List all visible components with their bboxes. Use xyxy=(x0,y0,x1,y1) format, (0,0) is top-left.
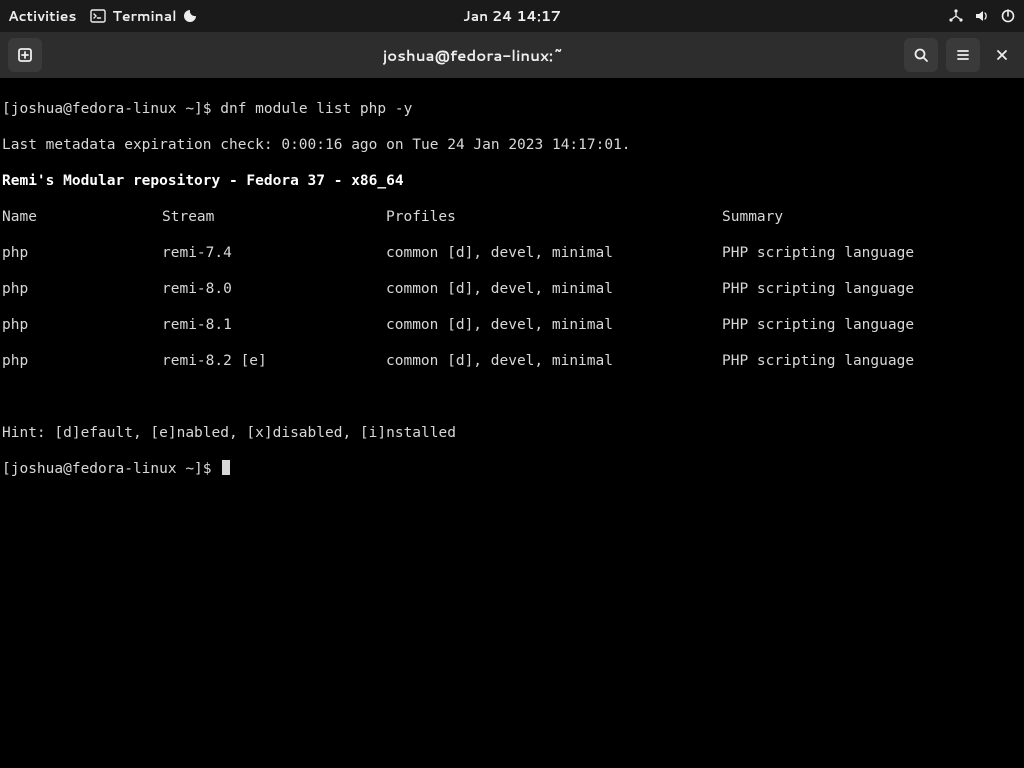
window-titlebar: joshua@fedora-linux:~ xyxy=(0,32,1024,78)
command-text: dnf module list php -y xyxy=(220,101,412,117)
prompt: [joshua@fedora-linux ~]$ xyxy=(2,461,220,477)
terminal-viewport[interactable]: [joshua@fedora-linux ~]$ dnf module list… xyxy=(0,78,1024,768)
table-row: phpremi-7.4common [d], devel, minimalPHP… xyxy=(2,244,1022,262)
volume-icon[interactable] xyxy=(974,8,990,24)
app-menu-label: Terminal xyxy=(112,6,176,26)
prompt-line: [joshua@fedora-linux ~]$ dnf module list… xyxy=(2,100,1022,118)
activities-button[interactable]: Activities xyxy=(8,6,76,26)
col-header-profiles: Profiles xyxy=(386,208,722,226)
prompt-line: [joshua@fedora-linux ~]$ xyxy=(2,460,1022,478)
window-title: joshua@fedora-linux:~ xyxy=(50,45,896,66)
prompt: [joshua@fedora-linux ~]$ xyxy=(2,101,220,117)
hamburger-menu-button[interactable] xyxy=(946,38,980,72)
terminal-app-icon xyxy=(90,8,106,24)
new-tab-button[interactable] xyxy=(8,38,42,72)
search-button[interactable] xyxy=(904,38,938,72)
search-icon xyxy=(913,47,929,63)
blank-line xyxy=(2,388,1022,406)
moon-icon xyxy=(183,9,197,23)
gnome-top-bar: Activities Terminal Jan 24 14:17 xyxy=(0,0,1024,32)
close-window-button[interactable] xyxy=(988,41,1016,69)
table-row: phpremi-8.2 [e]common [d], devel, minima… xyxy=(2,352,1022,370)
table-row: phpremi-8.0common [d], devel, minimalPHP… xyxy=(2,280,1022,298)
hamburger-icon xyxy=(955,47,971,63)
table-row: phpremi-8.1common [d], devel, minimalPHP… xyxy=(2,316,1022,334)
close-icon xyxy=(996,49,1008,61)
clock[interactable]: Jan 24 14:17 xyxy=(463,6,561,26)
col-header-stream: Stream xyxy=(162,208,386,226)
table-header-row: NameStreamProfilesSummary xyxy=(2,208,1022,226)
metadata-line: Last metadata expiration check: 0:00:16 … xyxy=(2,136,1022,154)
cursor xyxy=(222,460,230,475)
col-header-summary: Summary xyxy=(722,208,783,226)
repo-header: Remi's Modular repository - Fedora 37 - … xyxy=(2,172,1022,190)
hint-line: Hint: [d]efault, [e]nabled, [x]disabled,… xyxy=(2,424,1022,442)
power-icon[interactable] xyxy=(1000,8,1016,24)
app-menu[interactable]: Terminal xyxy=(90,6,196,26)
col-header-name: Name xyxy=(2,208,162,226)
network-icon[interactable] xyxy=(948,8,964,24)
